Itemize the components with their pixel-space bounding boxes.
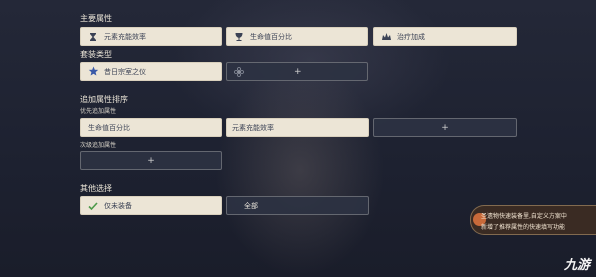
- priority-sub-stat-add-slot[interactable]: +: [373, 118, 517, 137]
- main-stat-option-hp-percent[interactable]: 生命值百分比: [226, 27, 368, 46]
- flower-icon: [233, 66, 245, 78]
- goblet-icon: [233, 31, 245, 43]
- priority-sub-stat-1[interactable]: 生命值百分比: [80, 118, 222, 137]
- tip-notice: 圣遗物快速装备里,自定义方案中 新增了推荐属性的快速填写功能: [470, 205, 596, 235]
- priority-sub-stats-label: 优先追加属性: [80, 108, 117, 115]
- notice-line-2: 新增了推荐属性的快速填写功能: [481, 224, 566, 231]
- main-stat-option-label: 生命值百分比: [250, 32, 292, 41]
- secondary-sub-stat-add-slot[interactable]: +: [80, 151, 222, 170]
- priority-sub-stat-2[interactable]: 元素充能效率: [226, 118, 369, 137]
- priority-sub-stat-label: 元素充能效率: [232, 123, 274, 132]
- option-label: 仅未装备: [104, 201, 132, 210]
- circlet-icon: [380, 31, 392, 43]
- add-set-plus-icon: +: [294, 66, 302, 77]
- set-option-selected[interactable]: 昔日宗室之仪: [80, 62, 222, 81]
- check-icon: [87, 200, 99, 212]
- priority-sub-stat-label: 生命值百分比: [88, 123, 130, 132]
- secondary-sub-stats-label: 次级追加属性: [80, 142, 117, 149]
- main-stat-option-energy-recharge[interactable]: 元素充能效率: [80, 27, 222, 46]
- notice-line-1: 圣遗物快速装备里,自定义方案中: [481, 213, 567, 220]
- main-stat-option-healing-bonus[interactable]: 治疗加成: [373, 27, 517, 46]
- sub-stat-order-label: 追加属性排序: [80, 95, 128, 104]
- all-option[interactable]: 全部: [226, 196, 369, 215]
- option-label: 全部: [244, 201, 258, 210]
- main-stats-label: 主要属性: [80, 14, 112, 23]
- other-options-label: 其他选择: [80, 184, 112, 193]
- star-emblem-icon: [87, 66, 99, 78]
- main-stat-option-label: 元素充能效率: [104, 32, 146, 41]
- set-type-label: 套装类型: [80, 50, 112, 59]
- add-priority-plus-icon: +: [441, 122, 449, 133]
- set-option-label: 昔日宗室之仪: [104, 67, 146, 76]
- sand-icon: [87, 31, 99, 43]
- unequipped-only-option[interactable]: 仅未装备: [80, 196, 222, 215]
- main-stat-option-label: 治疗加成: [397, 32, 425, 41]
- add-secondary-plus-icon: +: [147, 155, 155, 166]
- watermark-logo: 九游: [563, 258, 590, 273]
- set-add-slot[interactable]: +: [226, 62, 368, 81]
